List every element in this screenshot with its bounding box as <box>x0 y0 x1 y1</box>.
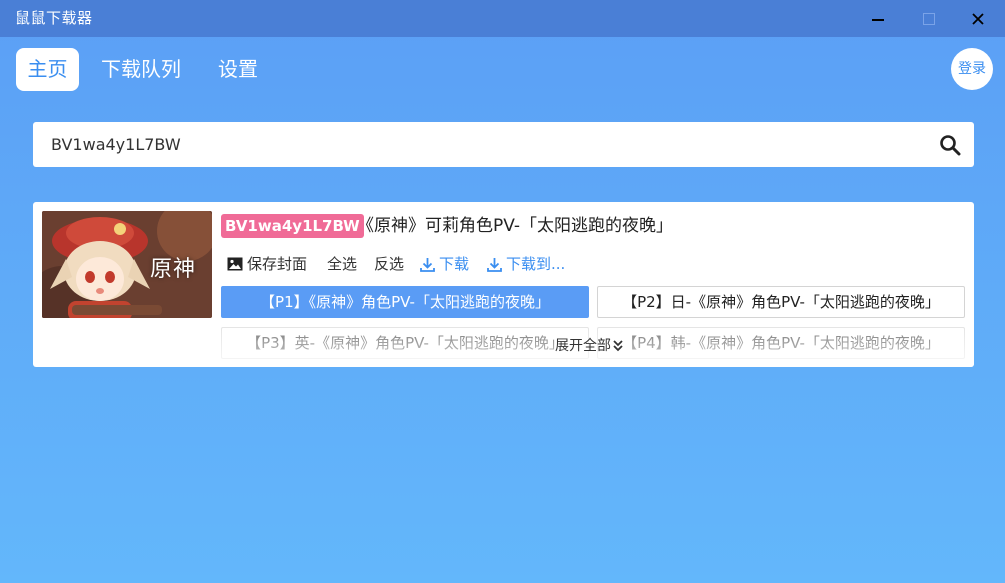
app-title: 鼠鼠下载器 <box>15 9 93 27</box>
download-icon <box>420 257 435 272</box>
part-item-p1[interactable]: 【P1】《原神》角色PV-「太阳逃跑的夜晚」 <box>221 286 589 318</box>
download-to-label: 下载到... <box>506 255 566 273</box>
thumbnail-logo: 原神 <box>150 257 197 282</box>
close-button[interactable] <box>955 0 1001 37</box>
bvid-badge: BV1wa4y1L7BW <box>221 214 364 238</box>
download-label: 下载 <box>439 255 470 273</box>
download-to-button[interactable]: 下载到... <box>487 253 565 275</box>
save-cover-label: 保存封面 <box>247 255 308 273</box>
download-icon <box>487 257 502 272</box>
close-icon <box>972 12 984 25</box>
search-input[interactable] <box>51 122 931 167</box>
tab-settings[interactable]: 设置 <box>218 48 258 91</box>
maximize-icon <box>923 12 935 25</box>
video-thumbnail: 原神 <box>42 211 212 318</box>
download-button[interactable]: 下载 <box>420 253 469 275</box>
select-all-button[interactable]: 全选 <box>327 253 357 275</box>
video-result-card: 原神 BV1wa4y1L7BW 《原神》可莉角色PV-「太阳逃跑的夜晚」 保存封… <box>33 202 974 367</box>
invert-selection-button[interactable]: 反选 <box>374 253 404 275</box>
part-item-p4[interactable]: 【P4】韩-《原神》角色PV-「太阳逃跑的夜晚」 <box>597 327 965 359</box>
tab-home[interactable]: 主页 <box>16 48 79 91</box>
video-title: 《原神》可莉角色PV-「太阳逃跑的夜晚」 <box>357 216 674 236</box>
title-bar: 鼠鼠下载器 <box>0 0 1005 37</box>
search-button[interactable] <box>939 134 961 156</box>
part-item-p2[interactable]: 【P2】日-《原神》角色PV-「太阳逃跑的夜晚」 <box>597 286 965 318</box>
minimize-button[interactable] <box>855 0 901 37</box>
minimize-icon <box>872 18 884 21</box>
save-cover-button[interactable]: 保存封面 <box>227 253 307 275</box>
double-chevron-down-icon <box>613 340 623 352</box>
maximize-button[interactable] <box>906 0 952 37</box>
part-item-p3[interactable]: 【P3】英-《原神》角色PV-「太阳逃跑的夜晚」 <box>221 327 589 359</box>
image-icon <box>227 257 243 271</box>
search-icon <box>940 135 961 156</box>
login-button[interactable]: 登录 <box>951 48 993 90</box>
expand-all-label: 展开全部 <box>555 338 611 354</box>
search-box <box>33 122 974 167</box>
tab-download-queue[interactable]: 下载队列 <box>101 48 181 91</box>
expand-all-button[interactable]: 展开全部 <box>555 336 624 356</box>
